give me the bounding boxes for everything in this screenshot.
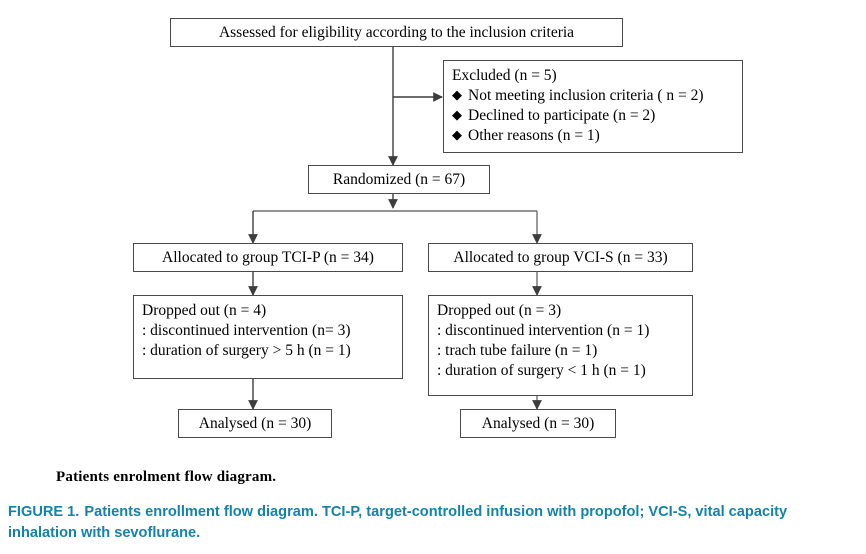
figure-caption-label: FIGURE 1. <box>8 504 80 520</box>
node-randomized-label: Randomized (n = 67) <box>332 170 466 188</box>
node-dropped-out-tci-p: Dropped out (n = 4) : discontinued inter… <box>133 295 403 379</box>
diamond-bullet-icon: ◆ <box>452 127 462 142</box>
figure-subtitle: Patients enrolment flow diagram. <box>56 469 277 485</box>
node-assessed-for-eligibility: Assessed for eligibility according to th… <box>170 18 623 47</box>
figure-caption: FIGURE 1. Patients enrollment flow diagra… <box>8 502 854 544</box>
figure-caption-text: Patients enrollment flow diagram. TCI-P,… <box>8 504 788 541</box>
flow-diagram: Assessed for eligibility according to th… <box>0 0 866 470</box>
node-excluded-item-2: ◆ Declined to participate (n = 2) <box>452 106 734 126</box>
node-allocated-tci-p: Allocated to group TCI-P (n = 34) <box>133 243 403 272</box>
diamond-bullet-icon: ◆ <box>452 87 462 102</box>
node-analysed-tci-p-label: Analysed (n = 30) <box>198 414 312 432</box>
node-dropped-out-tci-p-item-2: : duration of surgery > 5 h (n = 1) <box>142 342 351 359</box>
node-excluded-item-1: ◆ Not meeting inclusion criteria ( n = 2… <box>452 86 734 106</box>
node-dropped-out-vci-s-item-1: : discontinued intervention (n = 1) <box>437 322 650 339</box>
node-excluded-item-2-label: Declined to participate (n = 2) <box>468 107 656 124</box>
node-dropped-out-tci-p-title: Dropped out (n = 4) <box>142 302 267 319</box>
node-analysed-tci-p: Analysed (n = 30) <box>178 409 332 438</box>
node-randomized: Randomized (n = 67) <box>308 165 490 194</box>
node-excluded-item-3: ◆ Other reasons (n = 1) <box>452 126 734 146</box>
node-allocated-vci-s: Allocated to group VCI-S (n = 33) <box>428 243 693 272</box>
node-excluded-title: Excluded (n = 5) <box>452 67 557 84</box>
diamond-bullet-icon: ◆ <box>452 107 462 122</box>
node-dropped-out-vci-s-title: Dropped out (n = 3) <box>437 302 562 319</box>
node-allocated-vci-s-label: Allocated to group VCI-S (n = 33) <box>453 248 668 266</box>
node-dropped-out-vci-s-item-2: : trach tube failure (n = 1) <box>437 342 598 359</box>
node-dropped-out-vci-s: Dropped out (n = 3) : discontinued inter… <box>428 295 693 396</box>
node-excluded-item-3-label: Other reasons (n = 1) <box>468 127 600 144</box>
node-dropped-out-vci-s-item-3: : duration of surgery < 1 h (n = 1) <box>437 362 646 379</box>
node-analysed-vci-s: Analysed (n = 30) <box>460 409 616 438</box>
node-analysed-vci-s-label: Analysed (n = 30) <box>481 414 595 432</box>
node-excluded-item-1-label: Not meeting inclusion criteria ( n = 2) <box>468 87 704 104</box>
node-assessed-label: Assessed for eligibility according to th… <box>218 23 575 41</box>
node-excluded: Excluded (n = 5) ◆ Not meeting inclusion… <box>443 60 743 153</box>
node-allocated-tci-p-label: Allocated to group TCI-P (n = 34) <box>162 248 374 266</box>
node-dropped-out-tci-p-item-1: : discontinued intervention (n= 3) <box>142 322 351 339</box>
